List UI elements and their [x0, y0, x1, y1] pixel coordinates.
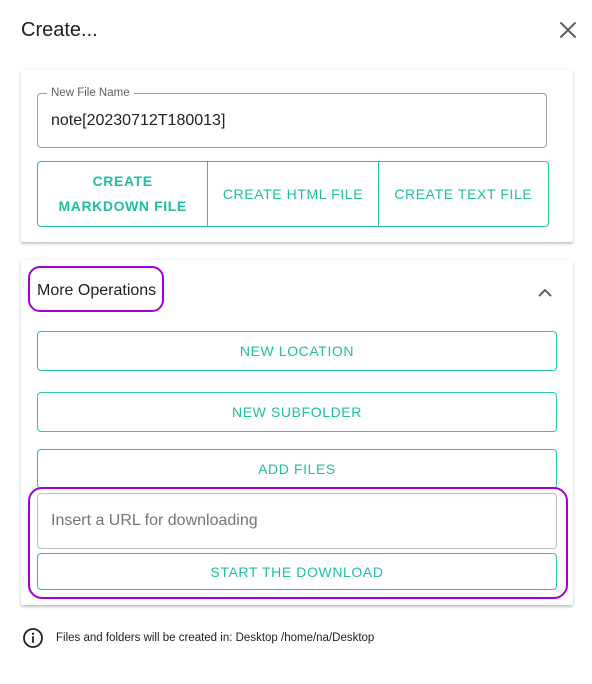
add-files-button[interactable]: ADD FILES: [37, 449, 557, 489]
dialog-title: Create...: [21, 19, 98, 41]
new-location-button[interactable]: NEW LOCATION: [37, 331, 557, 371]
download-url-input[interactable]: [37, 493, 557, 549]
close-icon: [560, 22, 576, 38]
create-markdown-label-line2: MARKDOWN FILE: [58, 198, 187, 214]
highlight-more-operations: [28, 266, 164, 312]
create-file-card: New File Name note[20230712T180013] CREA…: [21, 70, 573, 242]
create-button-group: CREATE MARKDOWN FILE CREATE HTML FILE CR…: [37, 161, 549, 227]
file-name-value[interactable]: note[20230712T180013]: [51, 112, 225, 130]
create-markdown-button[interactable]: CREATE MARKDOWN FILE: [38, 162, 209, 226]
file-name-field[interactable]: New File Name note[20230712T180013]: [37, 85, 547, 148]
file-name-label: New File Name: [47, 85, 134, 101]
info-row: Files and folders will be created in: De…: [22, 627, 374, 649]
more-operations-panel: More Operations NEW LOCATION NEW SUBFOLD…: [21, 260, 573, 605]
close-button[interactable]: [555, 17, 581, 43]
create-text-button[interactable]: CREATE TEXT FILE: [379, 162, 548, 226]
new-subfolder-button[interactable]: NEW SUBFOLDER: [37, 392, 557, 432]
more-operations-header[interactable]: More Operations: [21, 260, 573, 322]
start-download-button[interactable]: START THE DOWNLOAD: [37, 553, 557, 590]
create-html-button[interactable]: CREATE HTML FILE: [208, 162, 379, 226]
info-icon: [22, 627, 44, 649]
chevron-up-icon[interactable]: [535, 282, 555, 302]
create-markdown-label-line1: CREATE: [92, 173, 153, 189]
info-text: Files and folders will be created in: De…: [56, 632, 375, 644]
